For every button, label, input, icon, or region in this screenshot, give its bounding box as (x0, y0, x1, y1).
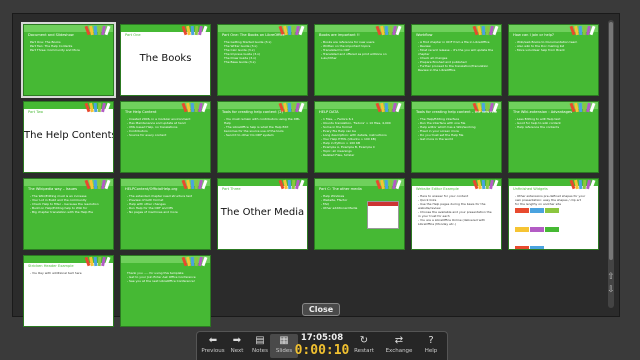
help-icon: ? (428, 335, 434, 346)
slide-body: - Created 2006, in a modular environment… (127, 117, 206, 137)
slide-thumbnail[interactable]: Part C: The other media - Help Windows - W… (314, 178, 405, 250)
slide-title: The Wiki-extension : Advantages (513, 110, 572, 114)
elapsed-timer[interactable]: 0:00:10 (286, 343, 358, 358)
slide-body-line: Lulu/Other (321, 56, 337, 60)
slide-title: Unfinished Widgets (513, 187, 548, 191)
slide-body-line: - You Ray with additional text here (30, 271, 82, 275)
slide-thumbnail[interactable]: Tools for creating help content – the ne… (411, 101, 502, 173)
slide-thumbnail[interactable]: Part One The Books (120, 24, 211, 96)
slide-title: Part Two (28, 110, 43, 114)
slide-thumbnail[interactable]: The Wiki-extension : Advantages - Less Ed… (508, 101, 599, 173)
slide-body: - The extended chapter need structure te… (127, 194, 206, 214)
slide-body-line: - Source for every content (127, 133, 167, 137)
slide-body-line: - Big chapter translation with the Help … (30, 210, 93, 214)
close-button[interactable]: Close (302, 303, 340, 316)
scroll-up-icon[interactable]: ⇧ (606, 272, 616, 282)
slide-thumbnail[interactable]: HELPContent/OfficialHelp.org - The extend… (120, 178, 211, 250)
slide-thumbnail[interactable]: Website Editor Example - Here to answer f… (411, 178, 502, 250)
slide-body-line: LibreOffice (Monday etc.) (418, 222, 456, 226)
help-label: Help (424, 348, 438, 354)
slide-title: HELP DATA (319, 110, 339, 114)
slide-title: Part One (125, 33, 141, 37)
slide-heading: The Books (139, 53, 192, 64)
slide-body-line: - No pages of machines and more (127, 210, 178, 214)
slide-body: - The Help/Editing interface - Run the in… (418, 117, 497, 141)
slide-body-line: - More volunteer help from Brazil (515, 48, 565, 52)
slide-widget-swatches (515, 201, 563, 249)
slide-decoration (181, 256, 208, 267)
slide-body: - 1 files, ~ Fedora 6.1- Ubuntu translat… (321, 117, 400, 157)
current-time: 17:05:08 (300, 333, 344, 343)
slide-body: - A first chapter in ODF from a file in … (418, 40, 497, 72)
slide-screenshot-inset (367, 201, 399, 229)
slide-body: Thank you ..... for using this template -… (127, 271, 206, 283)
slide-title: Books are important !! (319, 33, 360, 37)
slide-body: - Less Editing to edit Help text - Good f… (515, 117, 594, 129)
slide-thumbnail[interactable]: Stricken Header Example - You Ray with ad… (23, 255, 114, 327)
slide-body: The Getting Started Guide (3.x) The Write… (224, 40, 303, 64)
slide-title: Stricken Header Example (28, 264, 74, 268)
slide-thumbnail[interactable]: The Wikipedia way – Issues - The Wiki/Edi… (23, 178, 114, 250)
slide-title: Document and Slideshow (28, 33, 74, 37)
slide-body-line: Part Three: Community and More (30, 48, 80, 52)
slide-thumbnail[interactable]: Unfinished Widgets - Other extensions pre… (508, 178, 599, 250)
slide-title: The Wikipedia way – Issues (28, 187, 78, 191)
slide-title: Workflow (416, 33, 433, 37)
slide-body-line: - Related Files, Similar (321, 153, 355, 157)
help-button[interactable]: ? Help (417, 334, 445, 358)
slide-title: HELPContent/OfficialHelp.org (125, 187, 178, 191)
scroll-down-icon[interactable]: ⇩ (606, 285, 616, 295)
slide-body-line: Review in the LibreOffice (418, 68, 456, 72)
slide-title: The Help Content (125, 110, 157, 114)
slide-body: - The Wiki/Editing must is an increase - … (30, 194, 109, 214)
slide-heading: The Other Media (220, 207, 305, 218)
slide-body: - Wiki/web Books to Documentation team - … (515, 40, 594, 52)
slide-body: - Books are reference for new users - Wri… (321, 40, 400, 60)
slide-body-line: The Base Guide (3.x) (224, 60, 256, 64)
exchange-button[interactable]: ⇄ Exchange (385, 334, 413, 358)
vertical-scrollbar[interactable] (608, 20, 614, 308)
slide-title: Part Three (222, 187, 241, 191)
slide-body: - Here to answer for your content - Quick… (418, 194, 497, 226)
slide-thumbnail[interactable]: Books are important !! - Books are refere… (314, 24, 405, 96)
slide-thumbnail[interactable]: Thank you ..... for using this template -… (120, 255, 211, 327)
slide-body: - You Ray with additional text here (30, 271, 109, 275)
slide-title: Website Editor Example (416, 187, 459, 191)
exchange-icon: ⇄ (394, 335, 404, 346)
scrollbar-thumb[interactable] (609, 22, 613, 260)
slide-body-line: - Send it to other Do ODF system (224, 133, 274, 137)
slide-body: - You must remain with contributors usin… (224, 117, 303, 137)
exchange-label: Exchange (385, 348, 413, 354)
slide-title: Part One: The Books on LibreOffice (222, 33, 285, 37)
slide-title: Tools for creating help content – the ne… (416, 110, 497, 114)
slide-thumbnail[interactable]: Document and Slideshow Part One: The Book… (21, 22, 116, 98)
slide-heading: The Help Contents (24, 130, 114, 141)
slide-thumbnail[interactable]: Part Three The Other Media (217, 178, 308, 250)
slide-body-line: - Help reference the contents (515, 125, 560, 129)
slide-title: Part C: The other media (319, 187, 362, 191)
slide-body: Part One: The Books Part Two: The Help Co… (30, 40, 109, 52)
slide-thumbnail[interactable]: Tools for creating help content (2) - You… (217, 101, 308, 173)
slide-body-line: - You must remain with contributors usin… (224, 117, 300, 121)
slide-thumbnail[interactable]: Workflow - A first chapter in ODF from a … (411, 24, 502, 96)
slide-title: Tools for creating help content (2) (222, 110, 283, 114)
slide-thumbnail[interactable]: How can I join or help? - Wiki/web Books … (508, 24, 599, 96)
slide-thumbnail[interactable]: HELP DATA - 1 files, ~ Fedora 6.1- Ubuntu… (314, 101, 405, 173)
slide-thumbnail[interactable]: The Help Content - Created 2006, in a mod… (120, 101, 211, 173)
slide-thumbnail[interactable]: Part One: The Books on LibreOffice The Ge… (217, 24, 308, 96)
slide-title: How can I join or help? (513, 33, 554, 37)
slide-body-line: - See you at the next LibreOffice Confer… (127, 279, 195, 283)
slide-body-line: - Get more in the world (418, 137, 453, 141)
slide-thumbnail[interactable]: Part Two The Help Contents (23, 101, 114, 173)
